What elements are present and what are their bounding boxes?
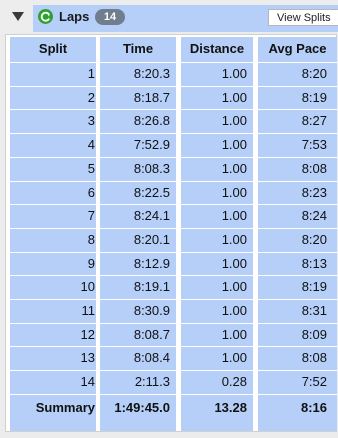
cell-split: 12 <box>80 326 95 342</box>
cell-distance: 1.00 <box>221 326 247 342</box>
cell-split: 13 <box>80 350 95 366</box>
cell-split: 2 <box>87 89 95 105</box>
cell-avg-pace: 8:19 <box>301 279 327 295</box>
cell-avg-pace: 8:27 <box>301 113 327 129</box>
cell-time: 8:18.7 <box>133 89 170 105</box>
laps-count-badge: 14 <box>95 9 125 25</box>
cell-distance: 1.00 <box>221 255 247 271</box>
cell-split: 5 <box>87 160 95 176</box>
row-separator <box>10 251 337 253</box>
cell-distance: 1.00 <box>221 184 247 200</box>
cell-time: 8:12.9 <box>133 255 170 271</box>
row-separator <box>10 227 337 229</box>
cell-avg-pace: 8:23 <box>301 184 327 200</box>
cell-time: 1:49:45.0 <box>114 399 170 415</box>
cell-avg-pace: 8:19 <box>301 89 327 105</box>
cell-split: 1 <box>87 66 95 81</box>
cell-time: 8:08.3 <box>133 160 170 176</box>
row-separator <box>10 62 337 63</box>
cell-split: 11 <box>81 303 96 318</box>
disclosure-triangle-icon[interactable] <box>12 12 24 21</box>
row-separator <box>10 180 337 182</box>
cell-avg-pace: 8:20 <box>301 231 327 247</box>
cell-distance: 1.00 <box>221 66 247 81</box>
cell-time: 8:26.8 <box>133 113 170 129</box>
view-splits-button[interactable]: View Splits <box>268 9 338 26</box>
cell-distance: 1.00 <box>221 279 247 295</box>
row-separator <box>10 109 337 111</box>
cell-split: 4 <box>87 137 95 153</box>
cell-avg-pace: 8:24 <box>301 208 327 224</box>
row-separator <box>10 156 337 158</box>
cell-time: 8:22.5 <box>133 184 170 200</box>
cell-distance: 13.28 <box>214 399 247 415</box>
cell-avg-pace: 8:09 <box>301 326 327 342</box>
cell-distance: 1.00 <box>221 89 247 105</box>
column-header-distance[interactable]: Distance <box>181 41 253 56</box>
row-separator <box>10 204 337 206</box>
cell-distance: 1.00 <box>221 231 247 247</box>
cell-distance: 0.28 <box>221 374 247 390</box>
cell-split: 7 <box>87 208 95 224</box>
laps-title: Laps <box>59 9 90 24</box>
cell-time: 8:19.1 <box>133 279 170 295</box>
cell-time: 8:24.1 <box>133 208 170 224</box>
cell-time: 7:52.9 <box>133 137 170 153</box>
cell-time: 2:11.3 <box>134 374 170 390</box>
cell-time: 8:20.1 <box>133 231 170 247</box>
cell-split: Summary <box>35 399 95 415</box>
row-separator <box>10 133 337 135</box>
cell-split: 9 <box>87 255 95 271</box>
row-separator <box>10 346 337 348</box>
cell-time: 8:20.3 <box>133 66 170 81</box>
cell-avg-pace: 8:08 <box>301 350 327 366</box>
cell-time: 8:08.4 <box>133 350 170 366</box>
row-separator <box>10 370 337 372</box>
cell-split: 6 <box>87 184 95 200</box>
cell-avg-pace: 8:31 <box>301 303 327 318</box>
cell-distance: 1.00 <box>221 208 247 224</box>
cell-avg-pace: 8:16 <box>300 399 327 415</box>
cell-time: 8:30.9 <box>133 303 170 318</box>
cell-avg-pace: 7:52 <box>301 374 327 390</box>
row-separator <box>10 275 337 277</box>
cell-split: 8 <box>87 231 95 247</box>
row-separator <box>10 322 337 324</box>
cell-distance: 1.00 <box>221 113 247 129</box>
cell-distance: 1.00 <box>221 303 247 318</box>
bottom-edge <box>0 432 338 438</box>
cell-time: 8:08.7 <box>133 326 170 342</box>
cell-avg-pace: 8:08 <box>301 160 327 176</box>
cell-avg-pace: 8:13 <box>301 255 327 271</box>
cell-distance: 1.00 <box>221 160 247 176</box>
row-separator <box>10 299 337 300</box>
column-header-time[interactable]: Time <box>100 41 176 56</box>
cell-split: 3 <box>87 113 95 129</box>
cell-distance: 1.00 <box>221 350 247 366</box>
cell-distance: 1.00 <box>221 137 247 153</box>
column-header-avg-pace[interactable]: Avg Pace <box>258 41 337 56</box>
cell-avg-pace: 7:53 <box>301 137 327 153</box>
row-separator <box>10 85 337 87</box>
refresh-circle-icon <box>38 9 53 24</box>
row-separator <box>10 393 337 395</box>
cell-split: 10 <box>80 279 95 295</box>
cell-avg-pace: 8:20 <box>301 66 327 81</box>
cell-split: 14 <box>80 374 95 390</box>
column-header-split[interactable]: Split <box>10 41 96 56</box>
